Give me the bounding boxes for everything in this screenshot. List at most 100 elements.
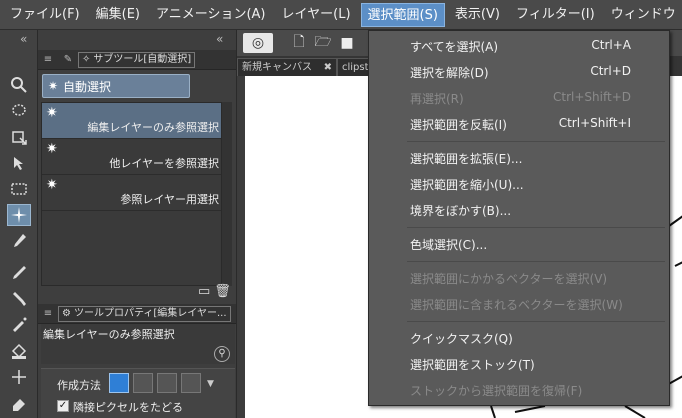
menu-item-blur-border[interactable]: 境界をぼかす(B)... — [369, 199, 669, 221]
subtool-group-auto-select[interactable]: ✷ 自動選択 — [42, 74, 190, 98]
menu-separator — [407, 261, 665, 262]
app-logo-icon[interactable]: ◎ — [243, 33, 273, 53]
menu-item-label: クイックマスク(Q) — [410, 332, 513, 346]
tool-palette: « — [0, 30, 38, 418]
subtool-panel-header: ≡ ✎ ✧ サブツール[自動選択] — [38, 50, 236, 70]
brush-tool-icon[interactable] — [7, 288, 31, 310]
collapse-icon[interactable]: « — [20, 32, 36, 46]
menu-item-label: ストックから選択範囲を復帰(F) — [410, 384, 583, 398]
auto-select-icon: ✷ — [46, 141, 58, 157]
subtool-tab[interactable]: ✧ サブツール[自動選択] — [78, 51, 196, 68]
tool-property-tab[interactable]: ⚙ ツールプロパティ[編集レイヤー... — [58, 305, 231, 322]
fill-tool-icon[interactable] — [7, 340, 31, 362]
auto-select-icon: ✷ — [46, 105, 58, 121]
menu-item-label: 選択範囲をストック(T) — [410, 358, 535, 372]
chevron-down-icon[interactable]: ▼ — [207, 379, 214, 389]
pen-tool-icon[interactable] — [7, 262, 31, 284]
search-icon[interactable]: ⚲ — [214, 346, 230, 362]
menu-item-label: 選択範囲に含まれるベクターを選択(W) — [410, 298, 623, 312]
tool-property-name-text: 編集レイヤーのみ参照選択 — [43, 328, 175, 341]
menu-item-label: 選択範囲を拡張(E)... — [410, 152, 523, 166]
subtool-label: 他レイヤーを参照選択 — [109, 157, 219, 170]
menubar: ファイル(F) 編集(E) アニメーション(A) レイヤー(L) 選択範囲(S)… — [0, 0, 682, 30]
operation-tool-icon[interactable] — [7, 152, 31, 174]
menu-item-label: 境界をぼかす(B)... — [410, 204, 512, 218]
adjacent-pixels-checkbox[interactable]: ✓ — [57, 400, 69, 412]
eraser-tool-icon[interactable] — [7, 392, 31, 414]
menu-animation[interactable]: アニメーション(A) — [150, 3, 272, 27]
lasso-tool-icon[interactable] — [7, 100, 31, 122]
tool-property-name: 編集レイヤーのみ参照選択 — [41, 324, 235, 364]
menu-item-stock-selection[interactable]: 選択範囲をストック(T) — [369, 353, 669, 375]
subtool-list: ✷ 編集レイヤーのみ参照選択 ✷ 他レイヤーを参照選択 ✷ 参照レイヤー用選択 — [41, 102, 222, 286]
subtool-scrollbar[interactable] — [222, 102, 232, 286]
menu-window[interactable]: ウィンドウ — [605, 3, 682, 27]
menu-separator — [407, 321, 665, 322]
method-new-selection-button[interactable] — [109, 373, 129, 393]
menu-filter[interactable]: フィルター(I) — [510, 3, 601, 27]
method-subtract-selection-button[interactable] — [157, 373, 177, 393]
panel-menu-icon[interactable]: ≡ — [41, 307, 55, 321]
menu-separator — [407, 227, 665, 228]
canvas-tab[interactable]: 新規キャンバス ✖ — [237, 58, 337, 76]
menu-item-shortcut: Ctrl+Shift+D — [553, 90, 631, 104]
method-add-selection-button[interactable] — [133, 373, 153, 393]
menu-item-deselect[interactable]: 選択を解除(D) Ctrl+D — [369, 61, 669, 83]
save-icon[interactable]: ■ — [337, 33, 357, 53]
subtool-item[interactable]: ✷ 参照レイヤー用選択 — [42, 175, 221, 211]
menu-item-shortcut: Ctrl+Shift+I — [558, 116, 631, 130]
menu-item-select-all[interactable]: すべてを選択(A) Ctrl+A — [369, 35, 669, 57]
menu-layer[interactable]: レイヤー(L) — [276, 3, 357, 27]
canvas-tab-label: clipst — [342, 62, 369, 73]
menu-item-label: 選択範囲を縮小(U)... — [410, 178, 524, 192]
menu-item-label: 再選択(R) — [410, 92, 464, 106]
creation-method-row: 作成方法 ▼ ✓ 隣接ピクセルをたどる — [41, 368, 235, 418]
ruler-tool-icon[interactable] — [7, 366, 31, 388]
menu-item-invert-selection[interactable]: 選択範囲を反転(I) Ctrl+Shift+I — [369, 113, 669, 135]
collapse-panel-icon[interactable]: « — [216, 32, 223, 46]
subtool-label: 編集レイヤーのみ参照選択 — [87, 121, 219, 134]
subtool-label: 参照レイヤー用選択 — [120, 193, 219, 206]
menu-view[interactable]: 表示(V) — [449, 3, 506, 27]
layer-move-tool-icon[interactable] — [7, 126, 31, 148]
menu-item-label: 色域選択(C)... — [410, 238, 488, 252]
airbrush-tool-icon[interactable] — [7, 314, 31, 336]
adjacent-pixels-label: 隣接ピクセルをたどる — [73, 401, 183, 414]
menu-item-restore-stock: ストックから選択範囲を復帰(F) — [369, 379, 669, 401]
close-icon[interactable]: ✖ — [324, 59, 332, 77]
menu-item-select-vectors-overlapping: 選択範囲にかかるベクターを選択(V) — [369, 267, 669, 289]
menu-separator — [407, 141, 665, 142]
subtool-list-actions: ▭ 🗑 — [198, 284, 231, 299]
new-subtool-icon[interactable]: ▭ — [198, 284, 210, 299]
menu-item-label: 選択を解除(D) — [410, 66, 489, 80]
panel-menu-icon[interactable]: ≡ — [41, 53, 55, 67]
selection-dropdown-menu: すべてを選択(A) Ctrl+A 選択を解除(D) Ctrl+D 再選択(R) … — [368, 30, 670, 406]
menu-item-label: すべてを選択(A) — [410, 40, 499, 54]
tool-property-header: ≡ ⚙ ツールプロパティ[編集レイヤー... — [38, 304, 236, 324]
menu-edit[interactable]: 編集(E) — [90, 3, 146, 27]
zoom-tool-icon[interactable] — [7, 74, 31, 96]
subtool-item[interactable]: ✷ 編集レイヤーのみ参照選択 — [42, 103, 221, 139]
subtool-item[interactable]: ✷ 他レイヤーを参照選択 — [42, 139, 221, 175]
open-folder-icon[interactable]: 🗁 — [313, 33, 333, 53]
trash-icon[interactable]: 🗑 — [214, 284, 231, 299]
menu-item-reselect: 再選択(R) Ctrl+Shift+D — [369, 87, 669, 109]
menu-item-color-range[interactable]: 色域選択(C)... — [369, 233, 669, 255]
tool-property-tab-icon: ⚙ — [62, 307, 71, 319]
menu-item-expand-selection[interactable]: 選択範囲を拡張(E)... — [369, 147, 669, 169]
auto-select-tool-icon[interactable] — [7, 204, 31, 226]
eyedropper-tool-icon[interactable] — [7, 230, 31, 252]
selection-rect-tool-icon[interactable] — [7, 178, 31, 200]
auto-select-group-icon: ✷ — [47, 79, 59, 93]
menu-item-quick-mask[interactable]: クイックマスク(Q) — [369, 327, 669, 349]
menu-item-label: 選択範囲を反転(I) — [410, 118, 507, 132]
menu-file[interactable]: ファイル(F) — [4, 3, 86, 27]
menu-item-shrink-selection[interactable]: 選択範囲を縮小(U)... — [369, 173, 669, 195]
tool-property-title: ツールプロパティ[編集レイヤー... — [73, 307, 227, 319]
method-intersect-selection-button[interactable] — [181, 373, 201, 393]
canvas-tab-label: 新規キャンバス — [242, 62, 312, 73]
menu-selection[interactable]: 選択範囲(S) — [360, 2, 445, 27]
new-file-icon[interactable]: 🗋 — [289, 33, 309, 53]
menu-item-select-vectors-contained: 選択範囲に含まれるベクターを選択(W) — [369, 293, 669, 315]
creation-method-label: 作成方法 — [57, 379, 101, 392]
